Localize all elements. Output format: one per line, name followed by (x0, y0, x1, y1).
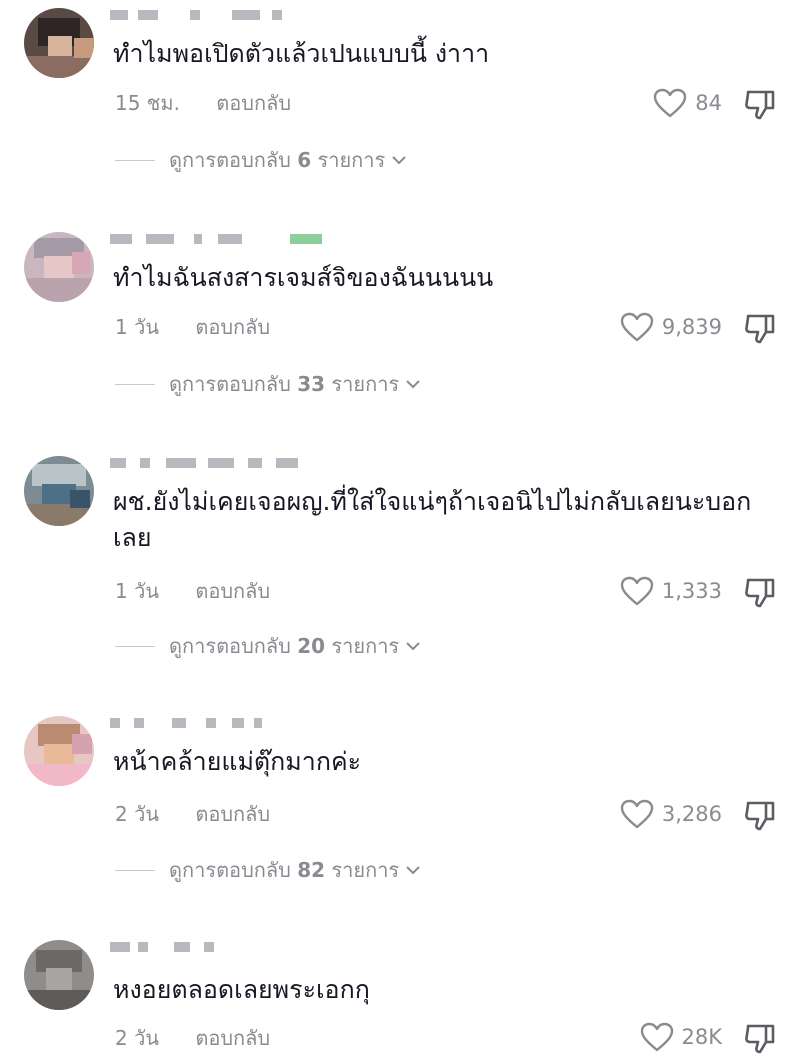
comment-time: 2 วัน (115, 802, 159, 826)
comment-time: 1 วัน (115, 315, 159, 339)
thumbs-down-icon[interactable] (742, 1020, 778, 1056)
like-button[interactable]: 28K (640, 1022, 723, 1052)
comment-meta: 1 วัน ตอบกลับ (115, 313, 270, 341)
comment-meta: 15 ชม. ตอบกลับ (115, 89, 291, 117)
like-button[interactable]: 9,839 (620, 312, 722, 342)
avatar[interactable] (24, 232, 94, 302)
like-count: 1,333 (661, 579, 722, 603)
reply-count: 20 (297, 634, 326, 658)
divider-line (115, 869, 155, 871)
view-replies-label: ดูการตอบกลับ (169, 372, 291, 396)
thumbs-down-icon[interactable] (742, 310, 778, 346)
reply-button[interactable]: ตอบกลับ (195, 579, 270, 603)
reply-count: 82 (297, 858, 326, 882)
chevron-down-icon (406, 866, 420, 875)
view-replies-label: ดูการตอบกลับ (169, 634, 291, 658)
like-button[interactable]: 3,286 (620, 799, 722, 829)
view-replies-label: ดูการตอบกลับ (169, 148, 291, 172)
reply-button[interactable]: ตอบกลับ (195, 315, 270, 339)
chevron-down-icon (406, 380, 420, 389)
heart-outline-icon (620, 312, 654, 342)
reply-button[interactable]: ตอบกลับ (195, 802, 270, 826)
like-button[interactable]: 84 (653, 88, 722, 118)
comment-time: 1 วัน (115, 579, 159, 603)
avatar[interactable] (24, 716, 94, 786)
view-replies-suffix: รายการ (331, 858, 400, 882)
like-count: 9,839 (661, 315, 722, 339)
divider-line (115, 383, 155, 385)
comment-text: ทำไมฉันสงสารเจมส์จิของฉันนนนน (113, 263, 494, 292)
heart-outline-icon (620, 799, 654, 829)
comment-time: 2 วัน (115, 1026, 159, 1050)
heart-outline-icon (654, 88, 687, 118)
comment-meta: 2 วัน ตอบกลับ (115, 800, 270, 828)
comment-meta: 2 วัน ตอบกลับ (115, 1024, 270, 1052)
thumbs-down-icon[interactable] (742, 86, 778, 122)
comment-meta: 1 วัน ตอบกลับ (115, 577, 270, 605)
reply-button[interactable]: ตอบกลับ (216, 91, 291, 115)
like-count: 3,286 (661, 802, 722, 826)
divider-line (115, 159, 155, 161)
reply-count: 33 (297, 372, 326, 396)
like-count: 84 (695, 91, 722, 115)
heart-outline-icon (640, 1022, 673, 1052)
view-replies-button[interactable]: ดูการตอบกลับ 33 รายการ (115, 369, 421, 399)
view-replies-label: ดูการตอบกลับ (169, 858, 291, 882)
view-replies-suffix: รายการ (331, 634, 400, 658)
view-replies-button[interactable]: ดูการตอบกลับ 6 รายการ (115, 145, 407, 175)
heart-outline-icon (620, 576, 654, 606)
view-replies-button[interactable]: ดูการตอบกลับ 82 รายการ (115, 855, 421, 885)
chevron-down-icon (392, 156, 406, 165)
comment-text: ทำไมพอเปิดตัวแล้วเปนแบบนี้ ง่าาา (113, 39, 490, 68)
view-replies-suffix: รายการ (331, 372, 400, 396)
avatar[interactable] (24, 456, 94, 526)
avatar[interactable] (24, 940, 94, 1010)
comment-time: 15 ชม. (115, 91, 180, 115)
view-replies-suffix: รายการ (317, 148, 386, 172)
thumbs-down-icon[interactable] (742, 797, 778, 833)
like-count: 28K (681, 1025, 723, 1049)
reply-count: 6 (297, 148, 312, 172)
thumbs-down-icon[interactable] (742, 574, 778, 610)
comment-text: หน้าคล้ายแม่ตุ๊กมากค่ะ (113, 747, 362, 776)
like-button[interactable]: 1,333 (620, 576, 722, 606)
comment-text: ผช.ยังไม่เคยเจอผญ.ที่ใส่ใจแน่ๆถ้าเจอนิไป… (113, 487, 752, 552)
divider-line (115, 645, 155, 647)
avatar[interactable] (24, 8, 94, 78)
view-replies-button[interactable]: ดูการตอบกลับ 20 รายการ (115, 631, 421, 661)
chevron-down-icon (406, 642, 420, 651)
comment-text: หงอยตลอดเลยพระเอกกุ (113, 975, 370, 1004)
reply-button[interactable]: ตอบกลับ (195, 1026, 270, 1050)
